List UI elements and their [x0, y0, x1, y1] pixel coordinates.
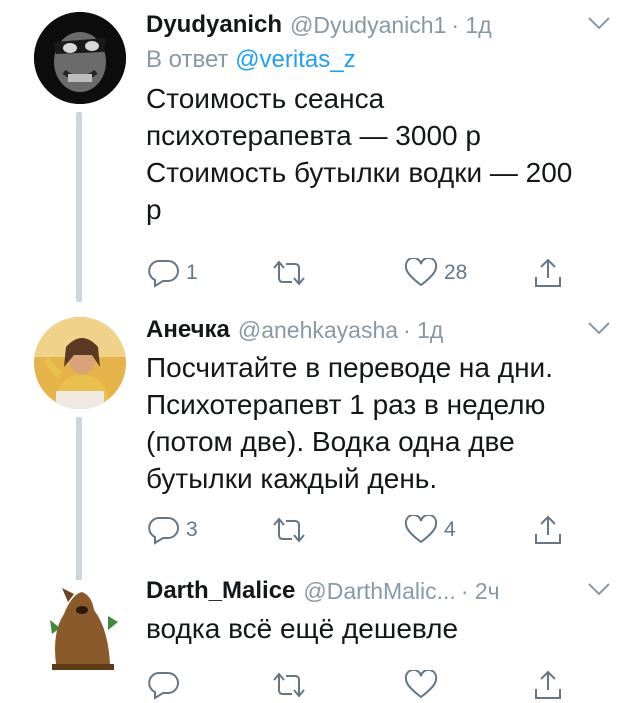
caret-down-icon[interactable]: [586, 580, 612, 598]
tweet-text-line: Стоимость бутылки водки — 200: [146, 157, 573, 188]
tweet-time[interactable]: · 1д: [403, 317, 443, 344]
reply-mention-link[interactable]: @veritas_z: [235, 46, 355, 73]
tweet-text-line: бутылки каждый день.: [146, 463, 438, 494]
tweet-text-line: водка всё ещё дешевле: [146, 613, 459, 644]
like-icon: [404, 515, 438, 544]
like-button[interactable]: 28: [404, 256, 467, 290]
reply-button[interactable]: 1: [146, 256, 198, 290]
thread-line: [76, 112, 82, 302]
avatar-anechka[interactable]: [34, 317, 126, 409]
avatar-dyudyanich[interactable]: [34, 12, 126, 104]
share-button[interactable]: [532, 668, 564, 702]
retweet-icon: [273, 672, 305, 698]
retweet-button[interactable]: [270, 256, 314, 290]
author-handle[interactable]: @DarthMalic...: [303, 578, 455, 605]
author-handle[interactable]: @Dyudyanich1: [290, 12, 446, 39]
retweet-button[interactable]: [270, 513, 314, 547]
author-handle[interactable]: @anehkayasha: [238, 317, 398, 344]
reply-button[interactable]: 3: [146, 513, 198, 547]
tweet-text-line: психотерапевта — 3000 р: [146, 120, 481, 151]
tweet-header: Darth_Malice @DarthMalic... · 2ч: [146, 574, 612, 608]
reply-button[interactable]: [146, 668, 186, 702]
reply-icon: [148, 672, 179, 700]
like-count: 28: [444, 261, 468, 284]
tweet-text: Стоимость сеанса психотерапевта — 3000 р…: [146, 80, 612, 228]
reply-count: 3: [186, 518, 198, 541]
like-icon: [404, 258, 438, 287]
retweet-button[interactable]: [270, 668, 314, 702]
author-name[interactable]: Darth_Malice: [146, 577, 295, 605]
author-name[interactable]: Анечка: [146, 316, 230, 344]
retweet-icon: [273, 260, 305, 286]
tweet-text-line: Стоимость сеанса: [146, 83, 385, 114]
like-button[interactable]: [404, 668, 444, 702]
share-icon: [535, 670, 561, 699]
share-button[interactable]: [532, 513, 564, 547]
share-button[interactable]: [532, 256, 564, 290]
caret-down-icon[interactable]: [586, 14, 612, 32]
reply-count: 1: [186, 261, 198, 284]
tweet-header: Анечка @anehkayasha · 1д: [146, 313, 612, 347]
reply-icon: [148, 260, 179, 288]
tweet-text: Посчитайте в переводе на дни. Психотерап…: [146, 349, 612, 497]
tweet-text-line: Психотерапевт 1 раз в неделю: [146, 389, 546, 420]
tweet-header: Dyudyanich @Dyudyanich1 · 1д: [146, 8, 612, 42]
avatar-darth-malice[interactable]: [34, 580, 126, 672]
like-icon: [404, 670, 438, 699]
tweet-actions: 3 4: [146, 513, 576, 547]
tweet-text: водка всё ещё дешевле: [146, 610, 612, 647]
caret-down-icon[interactable]: [586, 319, 612, 337]
retweet-icon: [273, 517, 305, 543]
author-name[interactable]: Dyudyanich: [146, 11, 282, 39]
like-button[interactable]: 4: [404, 513, 456, 547]
tweet-text-line: р: [146, 194, 162, 225]
tweet-actions: 1 28: [146, 256, 576, 290]
tweet-time[interactable]: · 1д: [451, 12, 491, 39]
like-count: 4: [444, 518, 456, 541]
reply-icon: [148, 517, 179, 545]
share-icon: [535, 515, 561, 544]
reply-context: В ответ @veritas_z: [146, 46, 612, 74]
share-icon: [535, 258, 561, 287]
tweet-text-line: (потом две). Водка одна две: [146, 426, 515, 457]
tweet-text-line: Посчитайте в переводе на дни.: [146, 352, 553, 383]
tweet-actions: [146, 668, 576, 702]
tweet-time[interactable]: · 2ч: [461, 578, 500, 605]
reply-label: В ответ: [146, 46, 229, 73]
